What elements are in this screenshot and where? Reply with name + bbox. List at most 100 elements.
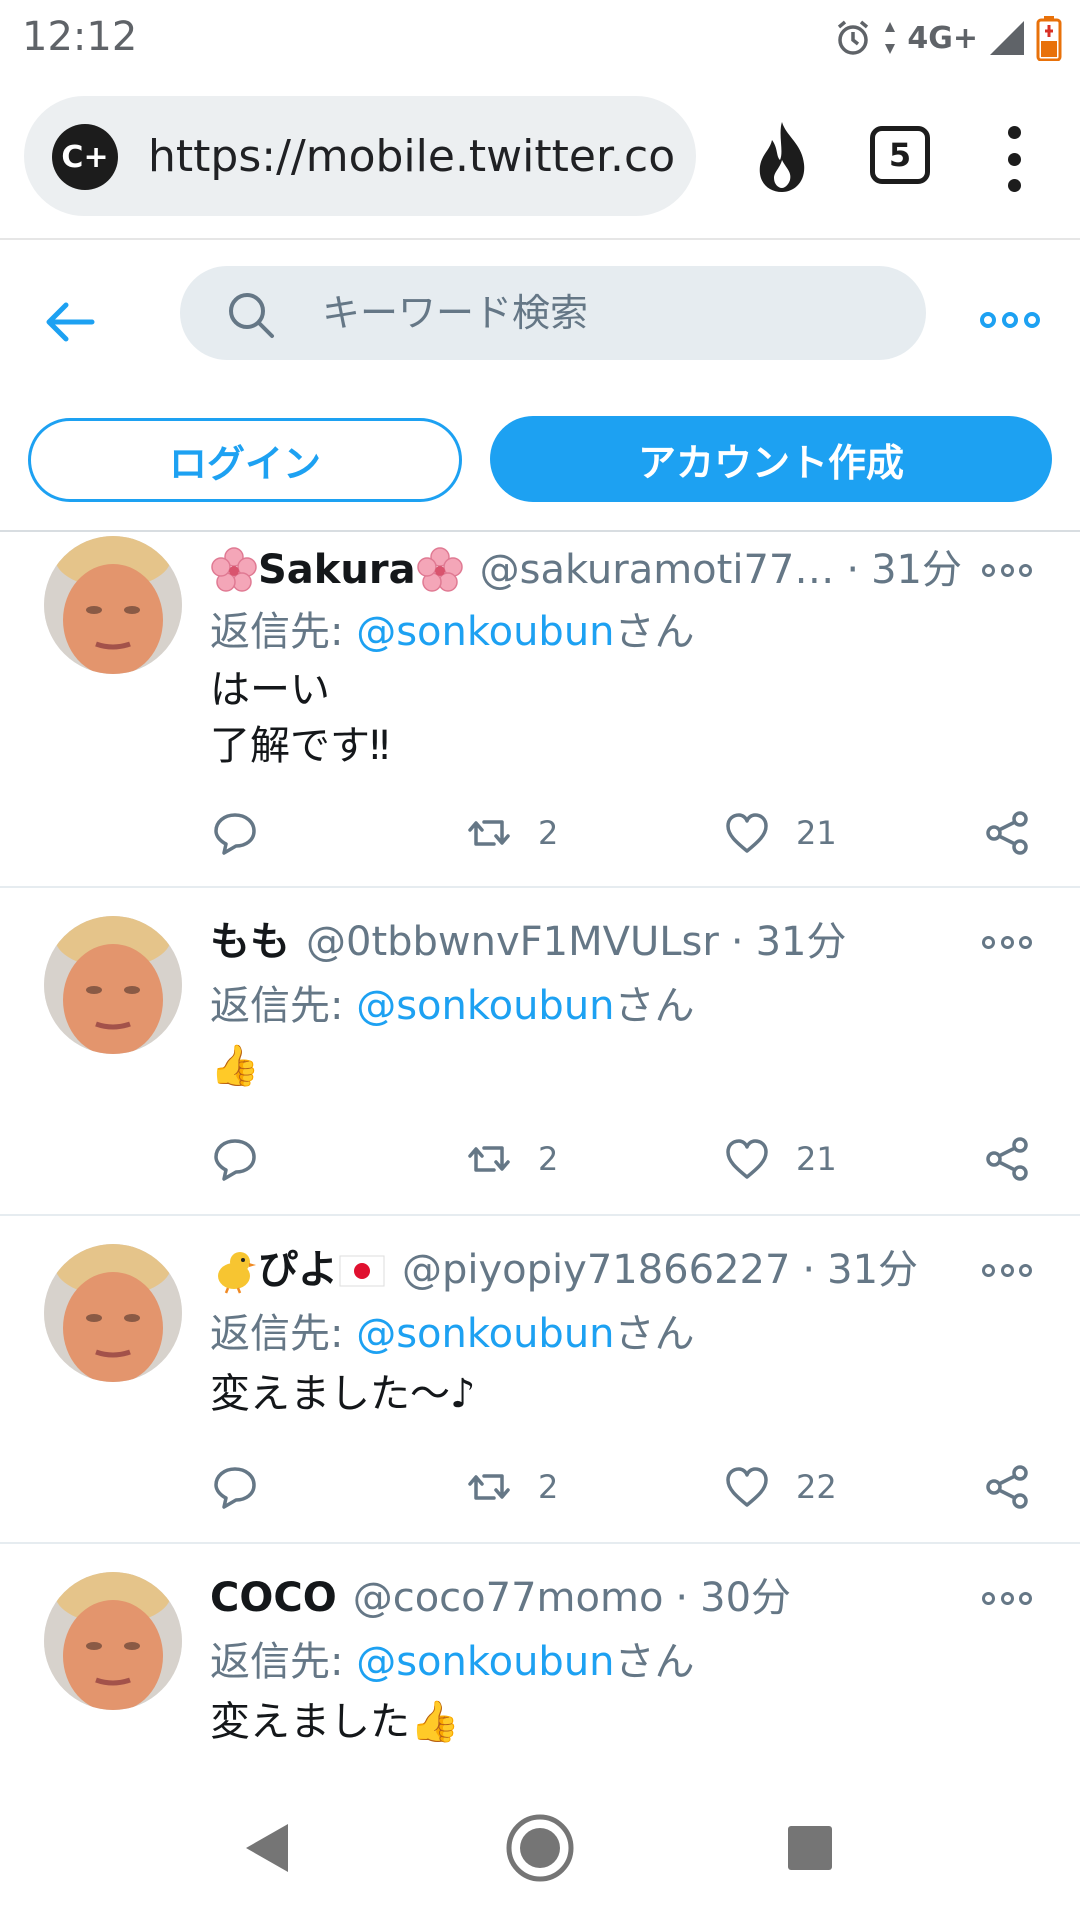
retweet-icon (468, 820, 510, 846)
chick-icon (218, 1252, 256, 1294)
back-nav-icon[interactable] (240, 1820, 296, 1876)
tweet[interactable]: ぴよ @piyopiy71866227 · 31分 返信先: @sonkoubu… (0, 1218, 1080, 1544)
like-icon (726, 813, 768, 853)
url-text[interactable]: https://mobile.twitter.co (148, 124, 676, 190)
browser-toolbar: C+ https://mobile.twitter.co 5 (0, 74, 1080, 240)
reply-handle-link[interactable]: @sonkoubun (356, 983, 614, 1029)
tweet-menu-icon[interactable] (982, 1588, 1032, 1608)
retweet-button[interactable]: 2 (466, 808, 558, 858)
reply-context: 返信先: @sonkoubunさん (210, 1639, 695, 1685)
tweet-time[interactable]: 31分 (756, 914, 847, 970)
tweet-text: 変えました～♪ (210, 1366, 476, 1422)
japan-flag-icon (339, 1255, 385, 1287)
site-badge[interactable]: C+ (52, 124, 118, 190)
data-arrows-icon (885, 22, 896, 54)
reply-icon (214, 1139, 256, 1181)
author-handle[interactable]: @sakuramoti77… (480, 542, 835, 598)
tab-count[interactable]: 5 (870, 126, 930, 184)
reply-handle-link[interactable]: @sonkoubun (356, 609, 614, 655)
reply-context: 返信先: @sonkoubunさん (210, 983, 695, 1029)
reply-button[interactable] (212, 1134, 258, 1184)
author-name[interactable]: Sakura (258, 542, 416, 598)
fire-icon[interactable] (752, 120, 812, 194)
author-handle[interactable]: @0tbbwnvF1MVULsr (306, 914, 719, 970)
signup-button[interactable]: アカウント作成 (490, 416, 1052, 502)
retweet-button[interactable]: 2 (466, 1462, 558, 1512)
signal-icon (990, 21, 1024, 55)
reply-icon (214, 1467, 256, 1509)
author-handle[interactable]: @coco77momo (353, 1570, 664, 1626)
address-bar[interactable]: C+ https://mobile.twitter.co (24, 96, 696, 216)
retweet-button[interactable]: 2 (466, 1134, 558, 1184)
reply-handle-link[interactable]: @sonkoubun (356, 1311, 614, 1357)
avatar[interactable] (44, 536, 182, 674)
like-button[interactable]: 21 (724, 1134, 837, 1184)
author-name[interactable]: COCO (210, 1570, 337, 1626)
tweet-header: ぴよ @piyopiy71866227 · 31分 (210, 1242, 918, 1298)
retweet-icon (468, 1146, 510, 1172)
retweet-icon (468, 1474, 510, 1500)
tweet-text: 変えました👍 (210, 1694, 460, 1750)
author-name[interactable]: もも (210, 914, 290, 970)
recents-nav-icon[interactable] (786, 1824, 834, 1872)
status-icons: 4G+ (833, 10, 1062, 66)
home-nav-icon[interactable] (504, 1812, 576, 1884)
overflow-menu-icon[interactable] (996, 126, 1032, 192)
separator-dot: · (675, 1575, 689, 1621)
like-button[interactable]: 22 (724, 1462, 837, 1512)
reply-button[interactable] (212, 1462, 258, 1512)
tweet-time[interactable]: 30分 (700, 1570, 791, 1626)
reply-context: 返信先: @sonkoubunさん (210, 609, 695, 655)
reply-button[interactable] (212, 808, 258, 858)
tweet-text: はーい 了解です‼ (210, 662, 389, 774)
tweet-time[interactable]: 31分 (871, 542, 962, 598)
reply-context: 返信先: @sonkoubunさん (210, 1311, 695, 1357)
search-input[interactable]: キーワード検索 (180, 266, 926, 360)
alarm-icon (838, 20, 869, 55)
system-nav-bar (0, 1780, 1080, 1920)
tweet-menu-icon[interactable] (982, 560, 1032, 580)
separator-dot: · (802, 1247, 816, 1293)
tweet-line: 👍 (210, 1043, 260, 1089)
share-button[interactable] (984, 1134, 1030, 1184)
tweet-header: Sakura @sakuramoti77… · 31分 (210, 542, 962, 598)
reply-handle-link[interactable]: @sonkoubun (356, 1639, 614, 1685)
status-bar: 12:12 4G+ (0, 0, 1080, 74)
like-count: 21 (796, 1140, 837, 1178)
tweet-menu-icon[interactable] (982, 1260, 1032, 1280)
reply-icon (214, 813, 256, 855)
tweet-header: COCO @coco77momo · 30分 (210, 1570, 791, 1626)
share-button[interactable] (984, 808, 1030, 858)
login-button[interactable]: ログイン (28, 418, 462, 502)
battery-icon (1036, 16, 1062, 61)
tweet-actions: 2 21 (0, 808, 1080, 858)
author-name[interactable]: ぴよ (258, 1242, 338, 1298)
separator-dot: · (846, 547, 860, 593)
avatar[interactable] (44, 916, 182, 1054)
author-handle[interactable]: @piyopiy71866227 (402, 1242, 790, 1298)
tweet-time[interactable]: 31分 (827, 1242, 918, 1298)
tweet-line: 変えました👍 (210, 1699, 460, 1745)
tweet-menu-icon[interactable] (982, 932, 1032, 952)
like-count: 21 (796, 814, 837, 852)
tweet-actions: 2 21 (0, 1134, 1080, 1184)
like-icon (726, 1139, 768, 1179)
share-icon (986, 1137, 1028, 1181)
cherry-blossom-icon (416, 547, 463, 592)
back-arrow-icon[interactable] (40, 292, 100, 352)
tweet[interactable]: もも @0tbbwnvF1MVULsr · 31分 返信先: @sonkoubu… (0, 890, 1080, 1216)
tweet[interactable]: Sakura @sakuramoti77… · 31分 返信先: @sonkou… (0, 534, 1080, 888)
avatar[interactable] (44, 1244, 182, 1382)
more-options-icon[interactable] (980, 300, 1040, 340)
tweet-actions: 2 22 (0, 1462, 1080, 1512)
tweet[interactable]: COCO @coco77momo · 30分 返信先: @sonkoubunさん… (0, 1546, 1080, 1780)
separator-dot: · (730, 919, 744, 965)
tweet-line: 了解です‼ (210, 723, 390, 769)
retweet-count: 2 (538, 1140, 559, 1178)
like-button[interactable]: 21 (724, 808, 837, 858)
avatar[interactable] (44, 1572, 182, 1710)
share-button[interactable] (984, 1462, 1030, 1512)
like-icon (726, 1467, 768, 1507)
tweet-line: はーい (210, 667, 330, 713)
search-placeholder: キーワード検索 (322, 291, 589, 335)
